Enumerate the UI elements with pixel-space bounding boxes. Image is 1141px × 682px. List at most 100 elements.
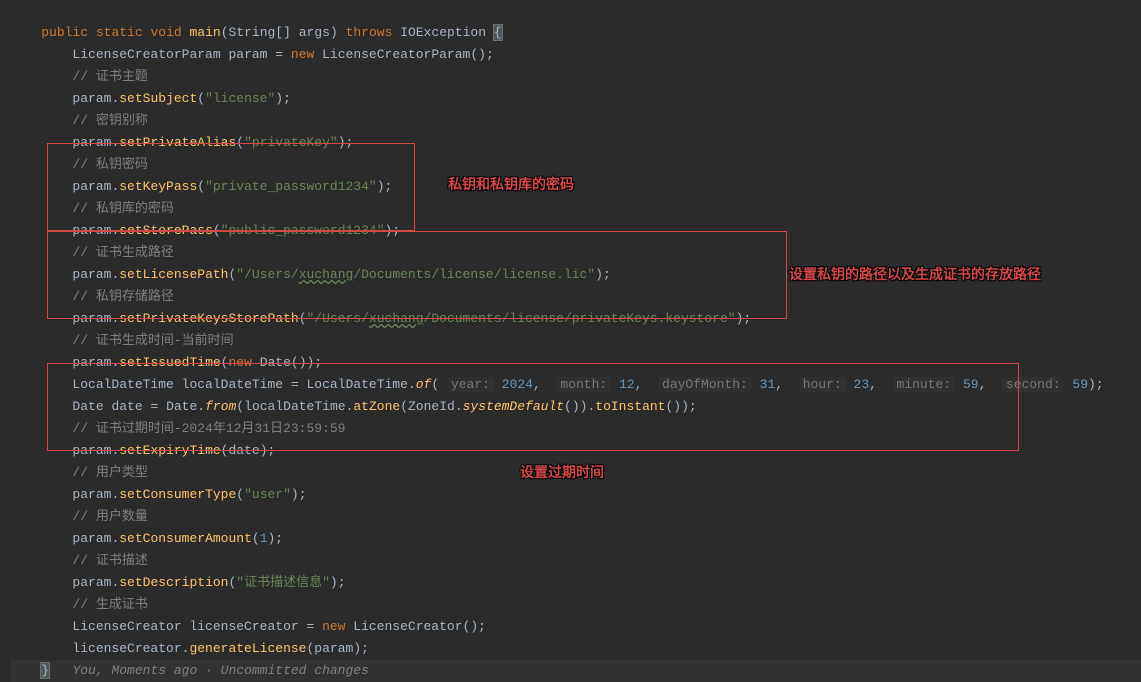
method: setPrivateAlias <box>119 135 236 150</box>
number: 1 <box>260 531 268 546</box>
type: IOException <box>400 25 486 40</box>
string: "/Users/ <box>236 267 298 282</box>
string: /Documents/license/license.lic" <box>353 267 595 282</box>
code-line[interactable]: param.setPrivateAlias("privateKey"); <box>10 132 1141 154</box>
code-line[interactable]: licenseCreator.generateLicense(param); <box>10 638 1141 660</box>
code-line[interactable]: // 密钥别称 <box>10 110 1141 132</box>
code-line[interactable]: param.setDescription("证书描述信息"); <box>10 572 1141 594</box>
var: param <box>72 267 111 282</box>
code-editor[interactable]: public static void main(String[] args) t… <box>0 0 1141 682</box>
brace: { <box>494 25 502 40</box>
code-line[interactable]: param.setLicensePath("/Users/xuchang/Doc… <box>10 264 1141 286</box>
code-line[interactable]: param.setExpiryTime(date); <box>10 440 1141 462</box>
comment: // 私钥存储路径 <box>72 289 173 304</box>
code-line[interactable]: // 私钥密码 <box>10 154 1141 176</box>
type: Date <box>260 355 291 370</box>
var: param <box>72 531 111 546</box>
param-hint: month: <box>556 377 611 392</box>
code-line[interactable]: LocalDateTime localDateTime = LocalDateT… <box>10 374 1141 396</box>
comment: // 证书过期时间-2024年12月31日23:59:59 <box>72 421 345 436</box>
keyword: new <box>228 355 251 370</box>
code-line[interactable]: Date date = Date.from(localDateTime.atZo… <box>10 396 1141 418</box>
comment: // 密钥别称 <box>72 113 147 128</box>
code-line[interactable]: LicenseCreator licenseCreator = new Lice… <box>10 616 1141 638</box>
var: licenseCreator <box>189 619 298 634</box>
comment: // 证书生成时间-当前时间 <box>72 333 233 348</box>
type: Date <box>72 399 103 414</box>
code-line[interactable] <box>10 0 1141 22</box>
code-line[interactable]: // 私钥库的密码 <box>10 198 1141 220</box>
var: param <box>72 355 111 370</box>
fold-icon[interactable] <box>10 3 26 18</box>
keyword: new <box>322 619 345 634</box>
code-line[interactable]: param.setConsumerType("user"); <box>10 484 1141 506</box>
code-line[interactable]: param.setPrivateKeysStorePath("/Users/xu… <box>10 308 1141 330</box>
code-line[interactable]: // 证书过期时间-2024年12月31日23:59:59 <box>10 418 1141 440</box>
var: param <box>228 47 267 62</box>
code-line[interactable]: // 生成证书 <box>10 594 1141 616</box>
brace: } <box>41 663 49 678</box>
method: setLicensePath <box>119 267 228 282</box>
var: param <box>72 179 111 194</box>
type: Date <box>166 399 197 414</box>
code-line[interactable]: // 私钥存储路径 <box>10 286 1141 308</box>
method: setConsumerType <box>119 487 236 502</box>
method: from <box>205 399 236 414</box>
method-name: main <box>190 25 221 40</box>
string-warn: xuchang <box>369 311 424 326</box>
code-line[interactable]: // 用户类型 <box>10 462 1141 484</box>
type: LicenseCreatorParam <box>72 47 220 62</box>
var: param <box>72 443 111 458</box>
type: LicenseCreatorParam <box>322 47 470 62</box>
var: param <box>72 91 111 106</box>
string: "license" <box>205 91 275 106</box>
comment: // 用户类型 <box>72 465 147 480</box>
code-line[interactable]: // 证书生成路径 <box>10 242 1141 264</box>
string: "public_password1234" <box>221 223 385 238</box>
keyword: public <box>41 25 88 40</box>
code-line[interactable]: param.setStorePass("public_password1234"… <box>10 220 1141 242</box>
comment: // 证书生成路径 <box>72 245 173 260</box>
keyword: void <box>150 25 181 40</box>
git-blame-inlay: You, Moments ago · Uncommitted changes <box>72 663 368 678</box>
var: param <box>72 223 111 238</box>
code-line[interactable]: // 证书描述 <box>10 550 1141 572</box>
comment: // 用户数量 <box>72 509 147 524</box>
code-line[interactable]: // 证书生成时间-当前时间 <box>10 330 1141 352</box>
param: args <box>299 25 330 40</box>
number: 59 <box>1072 377 1088 392</box>
method: setSubject <box>119 91 197 106</box>
string: "private_password1234" <box>205 179 377 194</box>
param-hint: second: <box>1002 377 1065 392</box>
string: "/Users/ <box>307 311 369 326</box>
type: String <box>229 25 276 40</box>
type: LicenseCreator <box>72 619 181 634</box>
var: param <box>72 487 111 502</box>
code-line[interactable]: param.setConsumerAmount(1); <box>10 528 1141 550</box>
number: 12 <box>619 377 635 392</box>
code-line[interactable]: public static void main(String[] args) t… <box>10 22 1141 44</box>
method: generateLicense <box>189 641 306 656</box>
code-line[interactable]: param.setSubject("license"); <box>10 88 1141 110</box>
method: atZone <box>353 399 400 414</box>
type: LicenseCreator <box>353 619 462 634</box>
code-line[interactable]: param.setKeyPass("private_password1234")… <box>10 176 1141 198</box>
code-line[interactable]: LicenseCreatorParam param = new LicenseC… <box>10 44 1141 66</box>
code-line[interactable]: param.setIssuedTime(new Date()); <box>10 352 1141 374</box>
string: "user" <box>244 487 291 502</box>
method: systemDefault <box>463 399 564 414</box>
method: setKeyPass <box>119 179 197 194</box>
number: 59 <box>963 377 979 392</box>
code-line[interactable]: // 用户数量 <box>10 506 1141 528</box>
type: LocalDateTime <box>306 377 407 392</box>
number: 2024 <box>502 377 533 392</box>
code-line[interactable]: // 证书主题 <box>10 66 1141 88</box>
method: setDescription <box>119 575 228 590</box>
param-hint: dayOfMonth: <box>658 377 752 392</box>
comment: // 生成证书 <box>72 597 147 612</box>
method: setConsumerAmount <box>119 531 252 546</box>
var: date <box>228 443 259 458</box>
param-hint: year: <box>447 377 494 392</box>
method: toInstant <box>595 399 665 414</box>
param-hint: minute: <box>893 377 956 392</box>
